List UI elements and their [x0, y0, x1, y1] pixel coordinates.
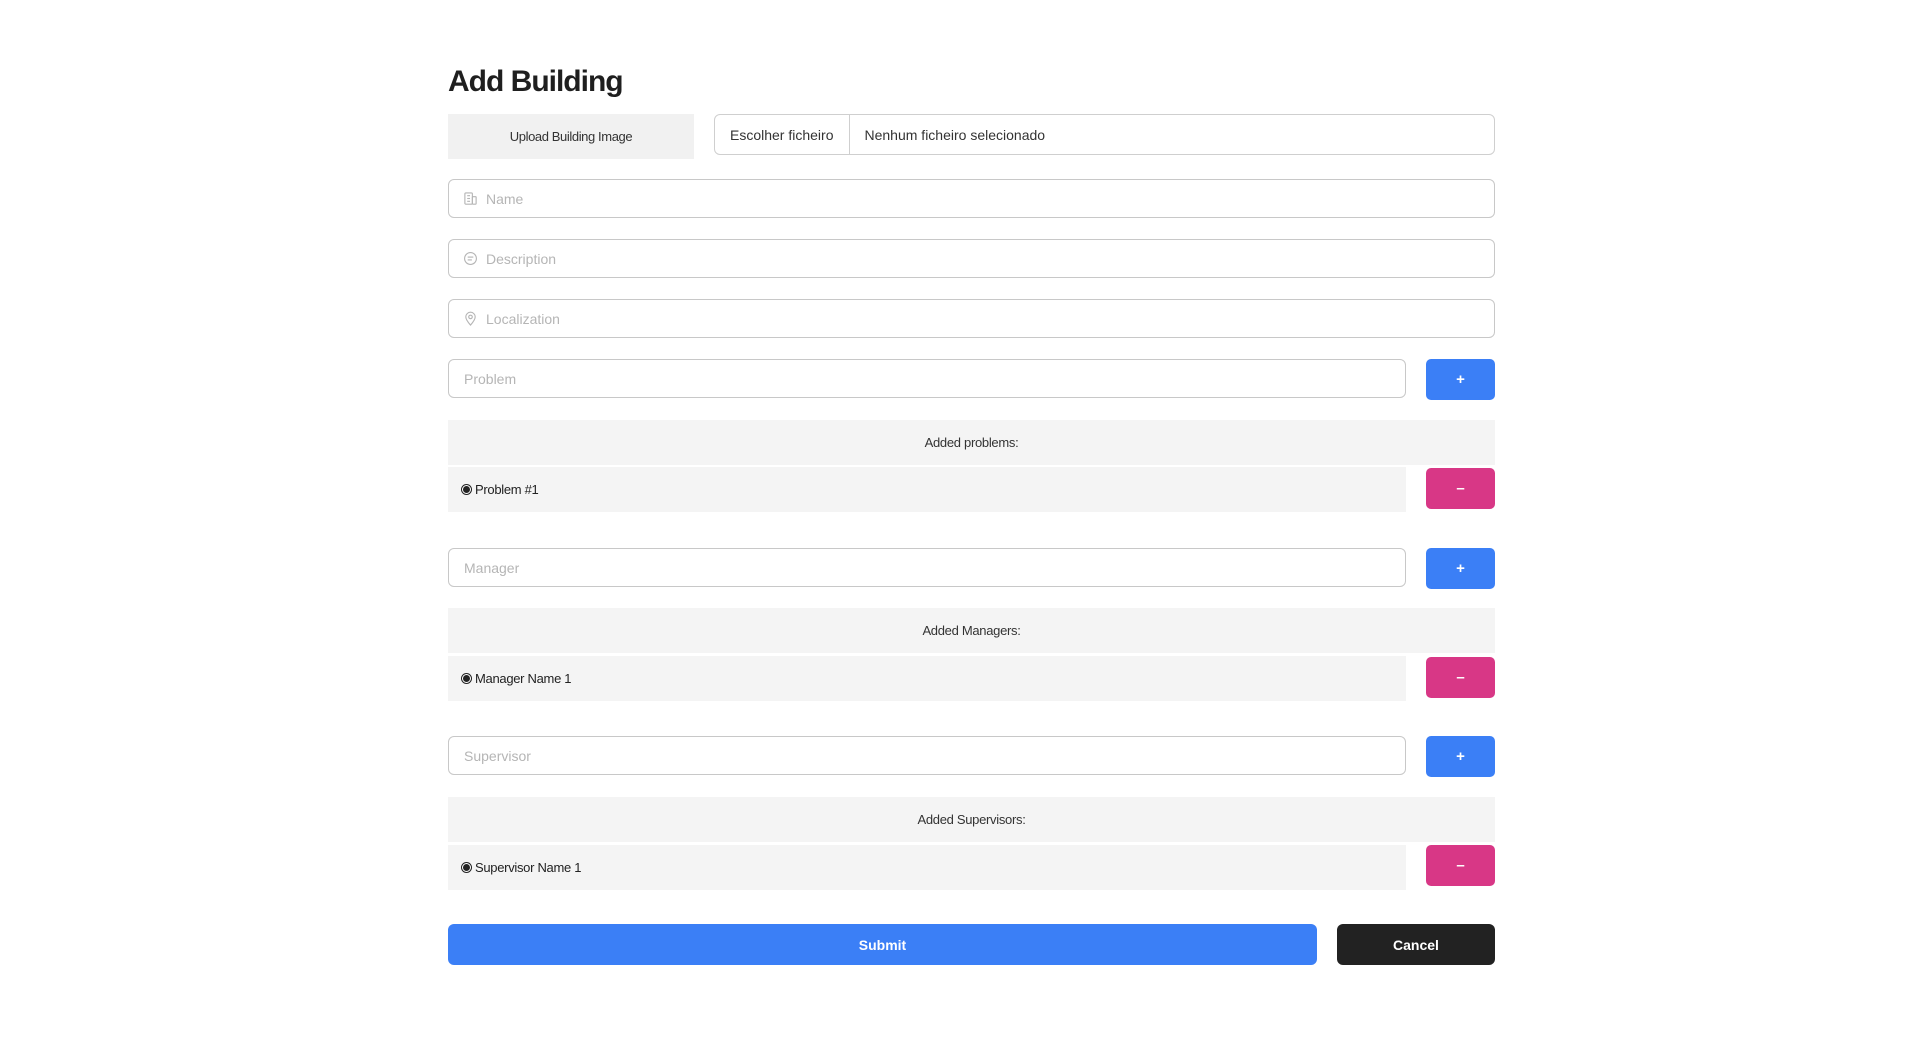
- list-item: Supervisor Name 1: [448, 845, 1406, 890]
- problem-field[interactable]: [448, 359, 1406, 398]
- problem-item-label: Problem #1: [475, 482, 539, 497]
- page-title: Add Building: [448, 65, 624, 98]
- message-icon: [462, 251, 478, 267]
- description-input[interactable]: [486, 240, 1494, 277]
- choose-file-button[interactable]: Escolher ficheiro: [715, 115, 850, 154]
- localization-field[interactable]: [448, 299, 1495, 338]
- localization-input[interactable]: [486, 300, 1494, 337]
- added-managers-header: Added Managers:: [448, 608, 1495, 653]
- manager-field[interactable]: [448, 548, 1406, 587]
- remove-manager-button[interactable]: –: [1426, 657, 1495, 698]
- list-item: Problem #1: [448, 467, 1406, 512]
- building-icon: [462, 191, 478, 207]
- remove-supervisor-button[interactable]: –: [1426, 845, 1495, 886]
- cancel-button[interactable]: Cancel: [1337, 924, 1495, 965]
- add-supervisor-button[interactable]: +: [1426, 736, 1495, 777]
- supervisor-item-label: Supervisor Name 1: [475, 860, 582, 875]
- name-field[interactable]: [448, 179, 1495, 218]
- map-pin-icon: [462, 311, 478, 327]
- problem-input[interactable]: [449, 360, 1405, 397]
- file-status-text: Nenhum ficheiro selecionado: [864, 126, 1046, 143]
- radio-bullet-icon: [462, 674, 471, 683]
- upload-image-label: Upload Building Image: [448, 114, 694, 159]
- radio-bullet-icon: [462, 863, 471, 872]
- radio-bullet-icon: [462, 485, 471, 494]
- add-manager-button[interactable]: +: [1426, 548, 1495, 589]
- remove-problem-button[interactable]: –: [1426, 468, 1495, 509]
- list-item: Manager Name 1: [448, 656, 1406, 701]
- added-problems-header: Added problems:: [448, 420, 1495, 465]
- manager-input[interactable]: [449, 549, 1405, 586]
- added-supervisors-header: Added Supervisors:: [448, 797, 1495, 842]
- description-field[interactable]: [448, 239, 1495, 278]
- supervisor-input[interactable]: [449, 737, 1405, 774]
- add-problem-button[interactable]: +: [1426, 359, 1495, 400]
- submit-button[interactable]: Submit: [448, 924, 1317, 965]
- manager-item-label: Manager Name 1: [475, 671, 572, 686]
- file-input[interactable]: Escolher ficheiro Nenhum ficheiro seleci…: [714, 114, 1495, 155]
- name-input[interactable]: [486, 180, 1494, 217]
- supervisor-field[interactable]: [448, 736, 1406, 775]
